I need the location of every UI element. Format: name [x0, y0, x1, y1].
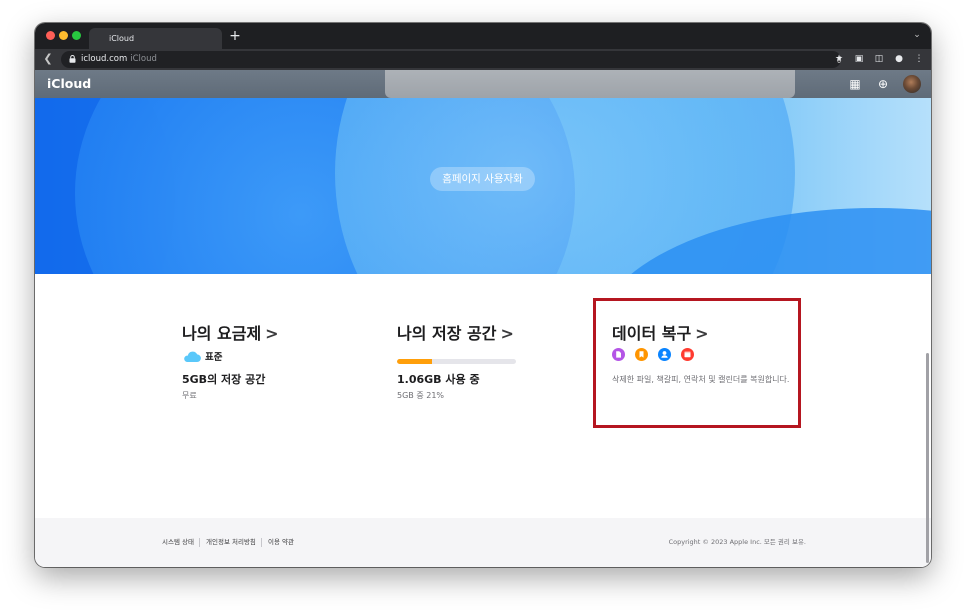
cloud-icon [182, 348, 201, 363]
address-bar: ❮ icloud.com iCloud ⚷ ★ ▣ ◫ ● ⋮ [35, 49, 931, 70]
maximize-window-button[interactable] [72, 31, 81, 40]
footer: 시스템 상태 개인정보 처리방침 이용 약관 Copyright © 2023 … [35, 518, 931, 567]
back-arrow-icon[interactable]: ❮ [41, 52, 55, 66]
bookmark-star-icon[interactable]: ★ [833, 53, 845, 65]
tab-icloud[interactable]: iCloud [89, 28, 222, 49]
chevron-right-icon: > [500, 324, 514, 343]
app-grid-icon[interactable]: ▦ [847, 76, 863, 92]
storage-used: 1.06GB 사용 중 [397, 373, 480, 386]
url-host: icloud.com [81, 54, 128, 64]
tab-search-chevron-icon[interactable]: ⌄ [911, 29, 923, 41]
side-panel-icon[interactable]: ◫ [873, 53, 885, 65]
add-plus-circle-icon[interactable]: ⊕ [875, 76, 891, 92]
url-text: icloud.com iCloud [81, 51, 157, 68]
screenshot-icon[interactable]: ▣ [853, 53, 865, 65]
storage-detail: 5GB 중 21% [397, 391, 445, 400]
chevron-right-icon: > [265, 324, 279, 343]
dashboard-content: 나의 요금제 > 표준 5GB의 저장 공간 무료 나의 저장 공간 > 1.06G… [35, 274, 931, 518]
lock-icon [69, 55, 76, 63]
customize-homepage-button[interactable]: 홈페이지 사용자화 [430, 167, 535, 191]
avatar[interactable] [903, 75, 921, 93]
data-recovery-highlight-box [593, 298, 801, 428]
footer-link-system-status[interactable]: 시스템 상태 [162, 518, 194, 567]
new-tab-button[interactable]: + [227, 28, 243, 44]
storage-title-text: 나의 저장 공간 [397, 324, 497, 343]
footer-link-privacy[interactable]: 개인정보 처리방침 [206, 518, 256, 567]
icloud-logo[interactable]: iCloud [44, 70, 91, 98]
footer-separator [199, 538, 200, 547]
hero-banner: 홈페이지 사용자화 [35, 98, 931, 274]
plan-card-title[interactable]: 나의 요금제 > [182, 320, 279, 344]
scrollbar[interactable] [926, 353, 929, 563]
url-field[interactable]: icloud.com iCloud ⚷ [61, 51, 842, 68]
copyright: Copyright © 2023 Apple Inc. 모든 권리 보유. [668, 538, 806, 546]
storage-progress-fill [397, 359, 432, 364]
close-window-button[interactable] [46, 31, 55, 40]
url-page-title: iCloud [130, 54, 157, 64]
plan-storage: 5GB의 저장 공간 [182, 373, 266, 386]
brand-name: iCloud [47, 76, 92, 91]
tab-bar: iCloud + ⌄ [35, 23, 931, 49]
plan-name: 표준 [205, 352, 223, 363]
storage-card-title[interactable]: 나의 저장 공간 > [397, 320, 514, 344]
tab-title: iCloud [109, 34, 135, 43]
header-blurred-overlay [385, 70, 795, 98]
storage-progress-bar [397, 359, 516, 364]
minimize-window-button[interactable] [59, 31, 68, 40]
browser-window: iCloud + ⌄ ❮ icloud.com iCloud ⚷ ★ ▣ ◫ ● … [35, 23, 931, 567]
profile-icon[interactable]: ● [893, 53, 905, 65]
menu-kebab-icon[interactable]: ⋮ [913, 53, 925, 65]
icloud-header: iCloud ▦ ⊕ [35, 70, 931, 98]
plan-title-text: 나의 요금제 [182, 324, 262, 343]
plan-price: 무료 [182, 391, 197, 400]
footer-separator [261, 538, 262, 547]
footer-link-terms[interactable]: 이용 약관 [268, 518, 294, 567]
